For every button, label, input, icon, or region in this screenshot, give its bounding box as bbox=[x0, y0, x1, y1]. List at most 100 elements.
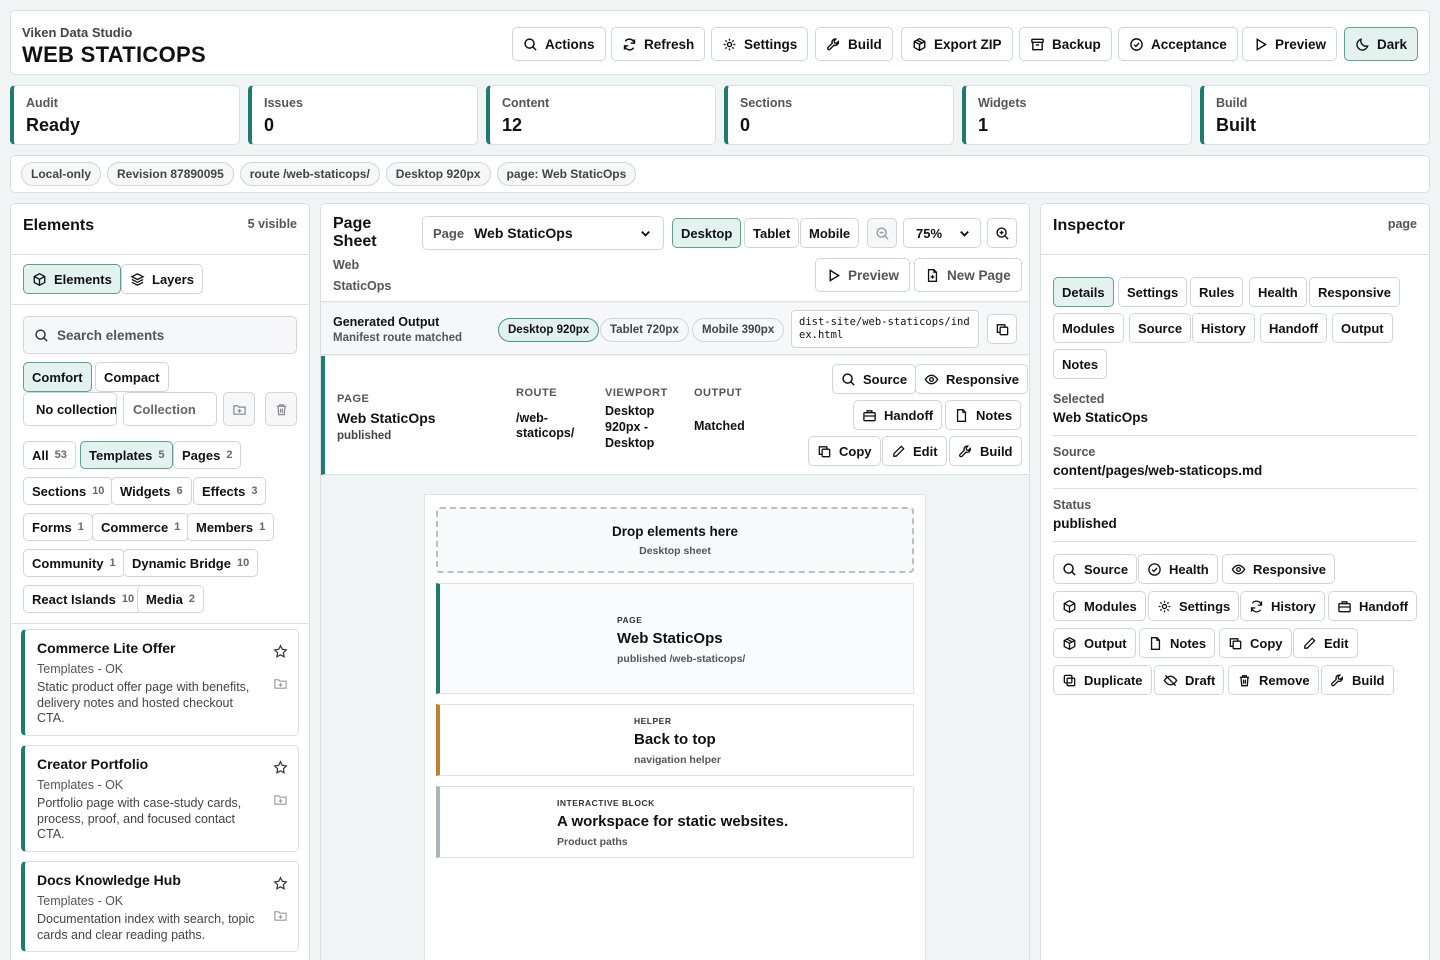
insp-remove-button[interactable]: Remove bbox=[1228, 665, 1319, 695]
page-row[interactable]: PAGE Web StaticOps published ROUTE /web-… bbox=[321, 356, 1029, 475]
delete-collection-button[interactable] bbox=[265, 392, 297, 426]
build-button[interactable]: Build bbox=[815, 27, 893, 61]
category-forms[interactable]: Forms 1 bbox=[23, 513, 93, 541]
category-sections[interactable]: Sections 10 bbox=[23, 477, 114, 505]
star-icon[interactable] bbox=[273, 876, 288, 891]
star-icon[interactable] bbox=[273, 644, 288, 659]
tab-source[interactable]: Source bbox=[1129, 313, 1192, 343]
category-members[interactable]: Members 1 bbox=[187, 513, 275, 541]
tab-label: Elements bbox=[54, 271, 112, 287]
zoom-in-button[interactable] bbox=[987, 218, 1017, 248]
cube-icon bbox=[1062, 599, 1077, 614]
sheet-title-line: Page bbox=[333, 215, 372, 232]
tab-rules[interactable]: Rules bbox=[1190, 277, 1244, 307]
insp-health-button[interactable]: Health bbox=[1138, 554, 1218, 584]
tab-details[interactable]: Details bbox=[1053, 277, 1114, 307]
category-dynamic-bridge[interactable]: Dynamic Bridge 10 bbox=[123, 549, 259, 577]
zoom-out-button[interactable] bbox=[867, 218, 897, 248]
category-media[interactable]: Media 2 bbox=[137, 585, 204, 613]
density-compact[interactable]: Compact bbox=[95, 362, 169, 392]
viewport-desktop[interactable]: Desktop bbox=[672, 218, 742, 248]
viewport-tablet[interactable]: Tablet bbox=[744, 218, 800, 248]
search-input[interactable]: Search elements bbox=[23, 316, 297, 354]
tab-notes[interactable]: Notes bbox=[1053, 349, 1108, 379]
preview-button[interactable]: Preview bbox=[1242, 27, 1338, 61]
template-card[interactable]: Creator Portfolio Templates - OK Portfol… bbox=[21, 745, 299, 852]
export-zip-button[interactable]: Export ZIP bbox=[901, 27, 1013, 61]
drop-zone[interactable]: Drop elements here Desktop sheet bbox=[436, 507, 914, 573]
row-handoff-button[interactable]: Handoff bbox=[853, 400, 943, 430]
insp-source-button[interactable]: Source bbox=[1053, 554, 1138, 584]
folder-plus-icon[interactable] bbox=[273, 908, 288, 923]
category-react-islands[interactable]: React Islands 10 bbox=[23, 585, 144, 613]
dark-mode-button[interactable]: Dark bbox=[1344, 27, 1419, 61]
tab-settings[interactable]: Settings bbox=[1118, 277, 1188, 307]
category-effects[interactable]: Effects 3 bbox=[193, 477, 267, 505]
category-all[interactable]: All 53 bbox=[23, 441, 76, 469]
row-responsive-button[interactable]: Responsive bbox=[915, 364, 1028, 394]
collection-select-value: No collection bbox=[36, 401, 117, 417]
template-card[interactable]: Commerce Lite Offer Templates - OK Stati… bbox=[21, 629, 299, 736]
category-pages[interactable]: Pages 2 bbox=[173, 441, 242, 469]
acceptance-button[interactable]: Acceptance bbox=[1118, 27, 1238, 61]
folder-plus-icon[interactable] bbox=[273, 792, 288, 807]
actions-button[interactable]: Actions bbox=[512, 27, 606, 61]
output-chip-mobile[interactable]: Mobile 390px bbox=[692, 318, 785, 342]
insp-draft-button[interactable]: Draft bbox=[1154, 665, 1225, 695]
action-label: Remove bbox=[1259, 672, 1310, 688]
folder-plus-icon[interactable] bbox=[273, 676, 288, 691]
refresh-button[interactable]: Refresh bbox=[611, 27, 706, 61]
sheet-preview-button[interactable]: Preview bbox=[815, 258, 911, 292]
tab-modules[interactable]: Modules bbox=[1053, 313, 1124, 343]
insp-build-button[interactable]: Build bbox=[1321, 665, 1394, 695]
tab-health[interactable]: Health bbox=[1249, 277, 1307, 307]
category-templates[interactable]: Templates 5 bbox=[80, 441, 174, 469]
output-chip-tablet[interactable]: Tablet 720px bbox=[600, 318, 689, 342]
canvas-block-helper[interactable]: HELPER Back to top navigation helper bbox=[436, 704, 914, 776]
tab-handoff[interactable]: Handoff bbox=[1260, 313, 1328, 343]
search-icon bbox=[1062, 562, 1077, 577]
canvas-block-interactive[interactable]: INTERACTIVE BLOCK A workspace for static… bbox=[436, 786, 914, 858]
insp-history-button[interactable]: History bbox=[1240, 591, 1325, 621]
row-source-button[interactable]: Source bbox=[832, 364, 917, 394]
row-notes-button[interactable]: Notes bbox=[945, 400, 1022, 430]
row-edit-button[interactable]: Edit bbox=[882, 436, 947, 466]
tab-output[interactable]: Output bbox=[1332, 313, 1393, 343]
backup-button[interactable]: Backup bbox=[1019, 27, 1112, 61]
star-icon[interactable] bbox=[273, 760, 288, 775]
collection-select[interactable]: No collection bbox=[23, 392, 117, 426]
output-chip-desktop[interactable]: Desktop 920px bbox=[498, 318, 600, 342]
insp-output-button[interactable]: Output bbox=[1053, 628, 1136, 658]
divider bbox=[1041, 254, 1429, 255]
page-select[interactable]: Page Web StaticOps bbox=[422, 216, 664, 250]
stat-value: 0 bbox=[740, 115, 751, 135]
insp-settings-button[interactable]: Settings bbox=[1148, 591, 1240, 621]
insp-copy-button[interactable]: Copy bbox=[1219, 628, 1292, 658]
tab-elements[interactable]: Elements bbox=[23, 264, 121, 294]
category-community[interactable]: Community 1 bbox=[23, 549, 125, 577]
category-widgets[interactable]: Widgets 6 bbox=[111, 477, 192, 505]
insp-notes-button[interactable]: Notes bbox=[1139, 628, 1216, 658]
insp-modules-button[interactable]: Modules bbox=[1053, 591, 1146, 621]
zoom-select[interactable]: 75% bbox=[903, 218, 981, 248]
tab-layers[interactable]: Layers bbox=[121, 264, 203, 294]
insp-edit-button[interactable]: Edit bbox=[1293, 628, 1358, 658]
insp-responsive-button[interactable]: Responsive bbox=[1222, 554, 1335, 584]
viewport-mobile[interactable]: Mobile bbox=[800, 218, 860, 248]
tab-responsive[interactable]: Responsive bbox=[1309, 277, 1400, 307]
field-value: Web StaticOps bbox=[1053, 410, 1149, 425]
add-folder-button[interactable] bbox=[223, 392, 255, 426]
new-page-button[interactable]: New Page bbox=[914, 258, 1022, 292]
category-commerce[interactable]: Commerce 1 bbox=[92, 513, 190, 541]
row-copy-button[interactable]: Copy bbox=[808, 436, 881, 466]
row-build-button[interactable]: Build bbox=[949, 436, 1022, 466]
insp-duplicate-button[interactable]: Duplicate bbox=[1053, 665, 1152, 695]
canvas-block-page[interactable]: PAGE Web StaticOps published /web-static… bbox=[436, 583, 914, 694]
insp-handoff-button[interactable]: Handoff bbox=[1328, 591, 1418, 621]
copy-path-button[interactable] bbox=[987, 314, 1017, 344]
tab-history[interactable]: History bbox=[1192, 313, 1255, 343]
template-card[interactable]: Docs Knowledge Hub Templates - OK Docume… bbox=[21, 861, 299, 952]
density-comfort[interactable]: Comfort bbox=[23, 362, 92, 392]
collection-input[interactable]: Collection bbox=[123, 392, 217, 426]
settings-button[interactable]: Settings bbox=[711, 27, 809, 61]
